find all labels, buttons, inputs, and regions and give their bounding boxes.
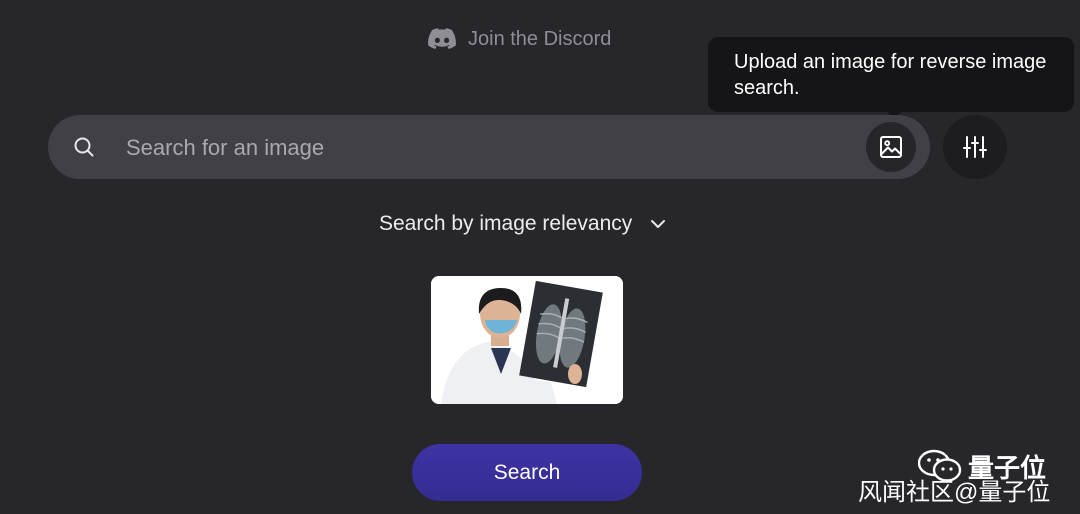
uploaded-image-preview[interactable] xyxy=(431,276,623,404)
search-input[interactable] xyxy=(124,128,848,168)
reverse-search-tooltip: Upload an image for reverse image search… xyxy=(708,37,1074,112)
image-upload-button[interactable] xyxy=(866,122,916,172)
sliders-icon xyxy=(963,136,987,158)
search-button[interactable]: Search xyxy=(412,444,642,501)
chevron-down-icon xyxy=(651,220,666,228)
doctor-xray-photo xyxy=(431,276,623,404)
discord-icon xyxy=(428,28,456,49)
filters-button[interactable] xyxy=(943,115,1007,179)
join-discord-link[interactable]: Join the Discord xyxy=(428,24,611,54)
tooltip-text: Upload an image for reverse image search… xyxy=(734,51,1047,99)
image-icon xyxy=(880,136,902,158)
sort-dropdown-label: Search by image relevancy xyxy=(379,212,633,235)
watermark-credit: 风闻社区@量子位 xyxy=(858,479,1051,506)
sort-dropdown[interactable]: Search by image relevancy xyxy=(379,208,668,240)
search-icon xyxy=(74,137,94,157)
page: Join the Discord Upload an image for rev… xyxy=(0,0,1080,514)
join-discord-label: Join the Discord xyxy=(468,27,612,50)
